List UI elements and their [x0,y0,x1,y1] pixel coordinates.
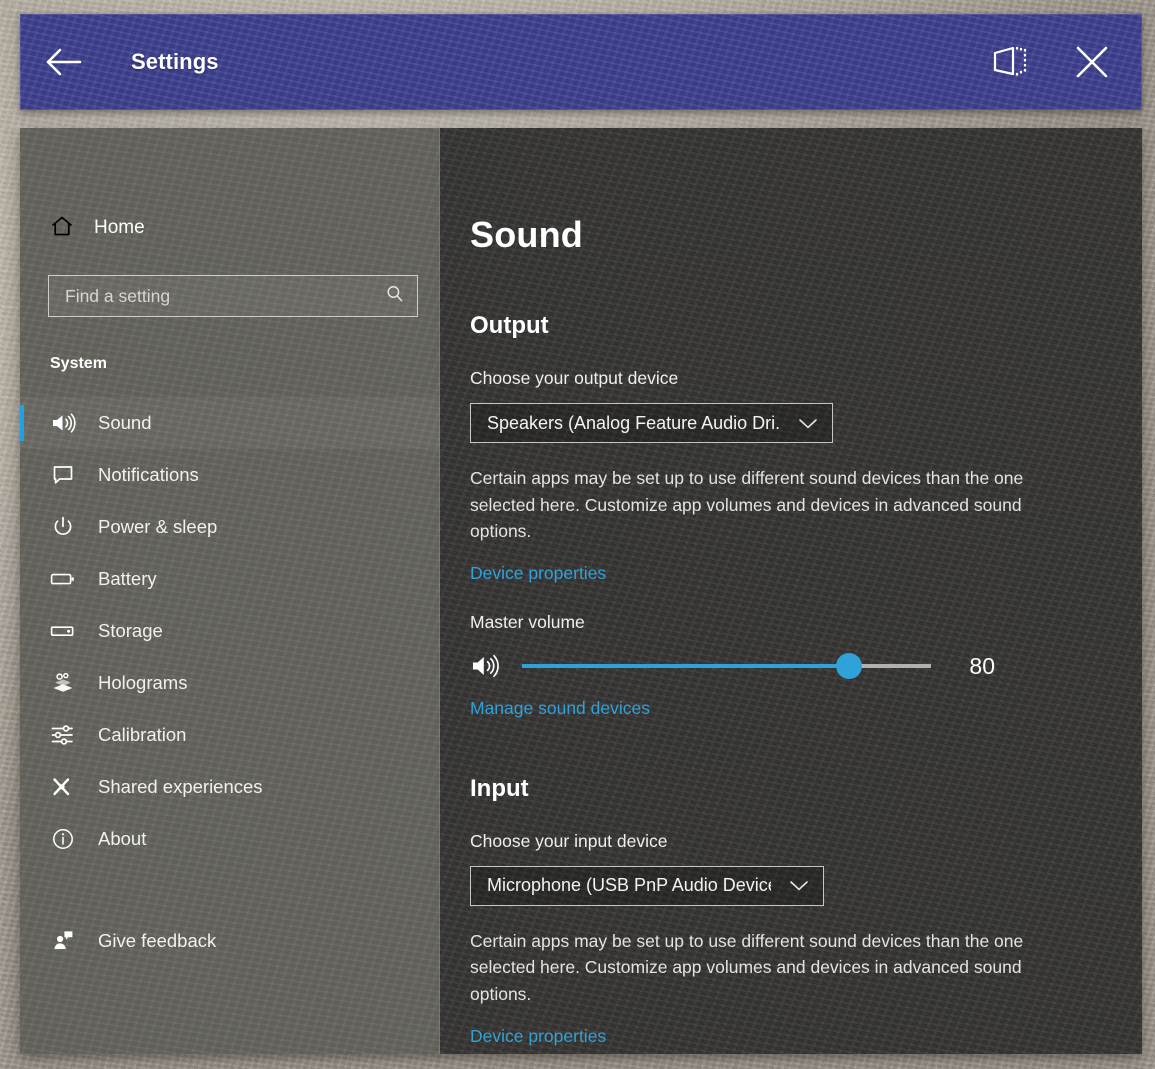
window-title: Settings [131,49,219,75]
sidebar-item-shared-experiences[interactable]: Shared experiences [20,761,440,813]
manage-sound-devices-link[interactable]: Manage sound devices [470,698,650,719]
notification-icon [50,463,76,487]
master-volume-slider-row: 80 [470,653,995,680]
output-device-value: Speakers (Analog Feature Audio Dri... [487,413,780,434]
battery-icon [50,570,76,588]
feedback-icon [50,929,76,953]
output-help-text: Certain apps may be set up to use differ… [470,465,1045,545]
output-device-label: Choose your output device [470,368,1142,389]
home-icon [50,214,74,243]
window-title-bar: Settings [20,14,1142,110]
input-device-properties-link[interactable]: Device properties [470,1026,606,1047]
output-device-properties-link[interactable]: Device properties [470,563,606,584]
sidebar-item-label: Notifications [98,464,199,486]
sidebar-item-label: Battery [98,568,157,590]
sidebar-group-label: System [50,355,440,373]
input-device-dropdown[interactable]: Microphone (USB PnP Audio Device) [470,866,824,906]
sidebar-item-battery[interactable]: Battery [20,553,440,605]
sidebar-item-power-sleep[interactable]: Power & sleep [20,501,440,553]
input-help-text: Certain apps may be set up to use differ… [470,928,1045,1008]
search-box[interactable] [48,275,418,317]
shared-icon [50,775,76,799]
sidebar-item-label: Shared experiences [98,776,263,798]
sidebar-item-label: Holograms [98,672,187,694]
input-device-value: Microphone (USB PnP Audio Device) [487,875,771,896]
page-title: Sound [470,214,1142,256]
close-button[interactable] [1048,14,1136,110]
home-label: Home [94,217,145,239]
sidebar-item-label: Give feedback [98,930,216,952]
holograms-icon [50,671,76,695]
follow-me-hologram-icon [991,44,1031,80]
sidebar-item-about[interactable]: About [20,813,440,865]
sidebar-item-holograms[interactable]: Holograms [20,657,440,709]
info-icon [50,827,76,851]
sidebar-item-storage[interactable]: Storage [20,605,440,657]
sidebar-item-sound[interactable]: Sound [20,397,440,449]
sidebar-item-label: Storage [98,620,163,642]
sidebar-item-label: About [98,828,146,850]
speaker-icon[interactable] [470,653,500,679]
input-device-label: Choose your input device [470,831,1142,852]
sidebar-item-calibration[interactable]: Calibration [20,709,440,761]
speaker-icon [50,412,76,434]
input-section-heading: Input [470,775,1142,803]
sidebar-item-label: Power & sleep [98,516,217,538]
output-device-dropdown[interactable]: Speakers (Analog Feature Audio Dri... [470,403,833,443]
power-icon [50,515,76,539]
storage-icon [50,622,76,640]
settings-content-pane: Sound Output Choose your output device S… [440,128,1142,1054]
settings-app-window: Settings [20,14,1142,1054]
follow-me-button[interactable] [974,14,1048,110]
slider-thumb[interactable] [836,653,862,679]
arrow-left-icon [43,47,83,77]
sidebar-item-home[interactable]: Home [20,206,440,250]
master-volume-label: Master volume [470,612,1142,633]
sidebar-item-label: Calibration [98,724,186,746]
close-icon [1072,42,1112,82]
chevron-down-icon [798,417,818,430]
search-input[interactable] [65,286,385,307]
back-button[interactable] [20,14,106,110]
window-body: Home System [20,128,1142,1054]
search-icon[interactable] [385,284,405,309]
slider-fill [522,664,849,668]
settings-sidebar: Home System [20,128,440,1054]
sidebar-item-label: Sound [98,412,152,434]
sidebar-item-give-feedback[interactable]: Give feedback [20,915,440,967]
calibration-icon [50,723,76,747]
master-volume-slider[interactable] [522,664,931,668]
sidebar-item-notifications[interactable]: Notifications [20,449,440,501]
sidebar-nav-list: Sound Notifications [20,397,440,967]
output-section-heading: Output [470,312,1142,340]
chevron-down-icon [789,879,809,892]
master-volume-value: 80 [951,653,995,680]
